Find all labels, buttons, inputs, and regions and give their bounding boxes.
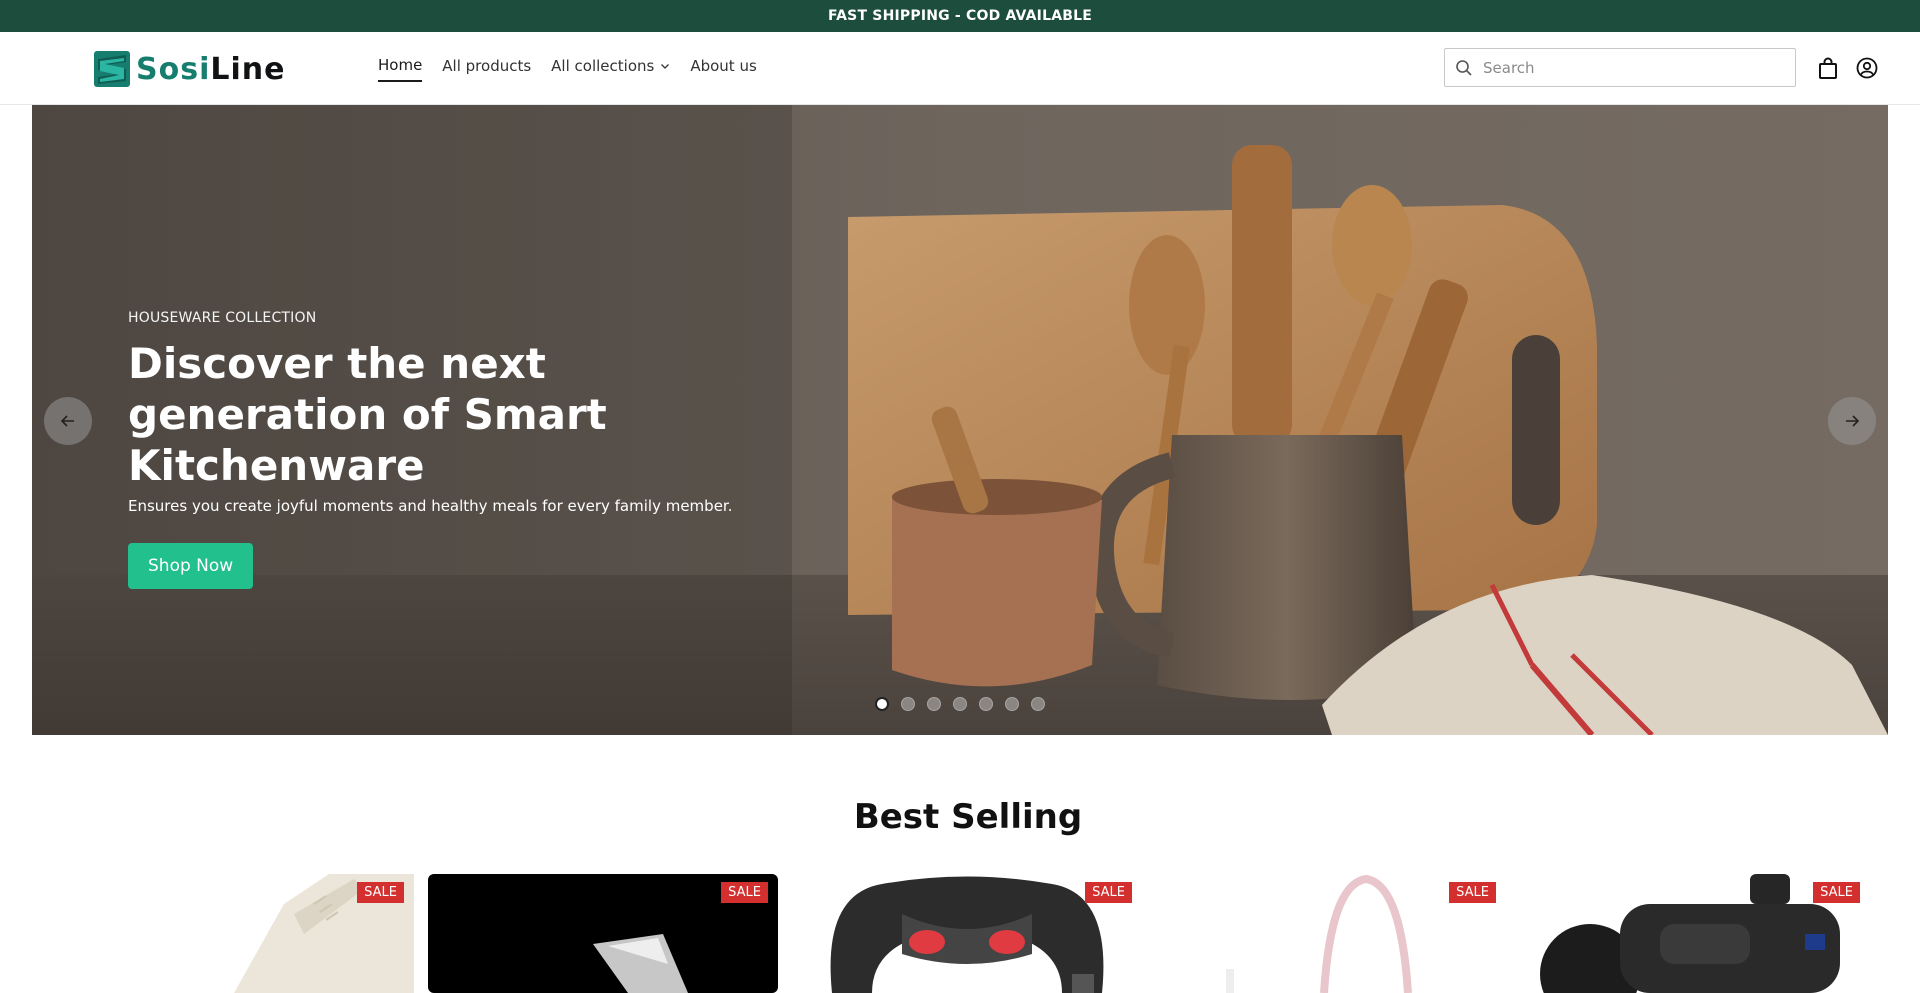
announcement-text: FAST SHIPPING - COD AVAILABLE (827, 8, 1092, 24)
nav-all-products[interactable]: All products (442, 56, 531, 82)
slide-dots (875, 697, 1045, 711)
nav-all-products-label: All products (442, 57, 532, 75)
chevron-down-icon (661, 64, 670, 69)
product-card[interactable]: SALE (428, 874, 778, 993)
nav-home[interactable]: Home (378, 56, 423, 82)
sale-badge: SALE (1085, 882, 1132, 903)
hero-eyebrow: HOUSEWARE COLLECTION (128, 310, 317, 326)
arrow-right-icon (1846, 415, 1860, 427)
search-icon (1456, 59, 1472, 76)
slide-dot[interactable] (927, 697, 941, 711)
slide-dot[interactable] (1005, 697, 1019, 711)
nav-about-us[interactable]: About us (690, 56, 756, 82)
product-card[interactable]: SALE (1156, 874, 1506, 993)
arrow-left-icon (60, 415, 74, 427)
brand-name-part2: Line (210, 51, 286, 87)
cart-button[interactable] (1816, 56, 1840, 80)
product-card[interactable]: SALE (64, 874, 414, 993)
slide-dot[interactable] (901, 697, 915, 711)
main-nav: Home All products All collections About … (378, 56, 757, 82)
hero-title: Discover the next generation of Smart Ki… (128, 339, 607, 490)
previous-slide-button[interactable] (44, 397, 92, 445)
brand-logo[interactable]: SosiLine (94, 50, 285, 88)
hero-subtitle: Ensures you create joyful moments and he… (128, 497, 733, 515)
shop-now-button[interactable]: Shop Now (128, 543, 254, 589)
nav-about-us-label: About us (690, 57, 757, 75)
nav-home-label: Home (378, 56, 423, 74)
slide-dot[interactable] (953, 697, 967, 711)
bag-icon (1819, 57, 1837, 79)
brand-name: SosiLine (136, 52, 285, 87)
site-header: SosiLine Home All products All collectio… (0, 32, 1920, 105)
slide-dot[interactable] (1031, 697, 1045, 711)
sale-badge: SALE (721, 882, 768, 903)
hero-content: HOUSEWARE COLLECTION Discover the next g… (128, 310, 808, 589)
product-card[interactable]: SALE (1520, 874, 1870, 993)
logo-mark-icon (94, 51, 130, 87)
announcement-bar: FAST SHIPPING - COD AVAILABLE (0, 0, 1920, 32)
sale-badge: SALE (1449, 882, 1496, 903)
search-box[interactable] (1444, 48, 1796, 87)
nav-all-collections-label: All collections (551, 57, 655, 75)
search-input[interactable] (1483, 58, 1773, 77)
best-selling-title: Best Selling (853, 797, 1083, 837)
slide-dot[interactable] (979, 697, 993, 711)
sale-badge: SALE (1813, 882, 1860, 903)
sale-badge: SALE (357, 882, 404, 903)
account-button[interactable] (1855, 56, 1879, 80)
brand-name-part1: Sosi (136, 51, 211, 87)
nav-all-collections[interactable]: All collections (551, 56, 670, 82)
account-icon (1856, 57, 1878, 79)
product-card[interactable]: SALE (792, 874, 1142, 993)
hero-slideshow: HOUSEWARE COLLECTION Discover the next g… (32, 105, 1888, 735)
slide-dot[interactable] (875, 697, 889, 711)
next-slide-button[interactable] (1828, 397, 1876, 445)
